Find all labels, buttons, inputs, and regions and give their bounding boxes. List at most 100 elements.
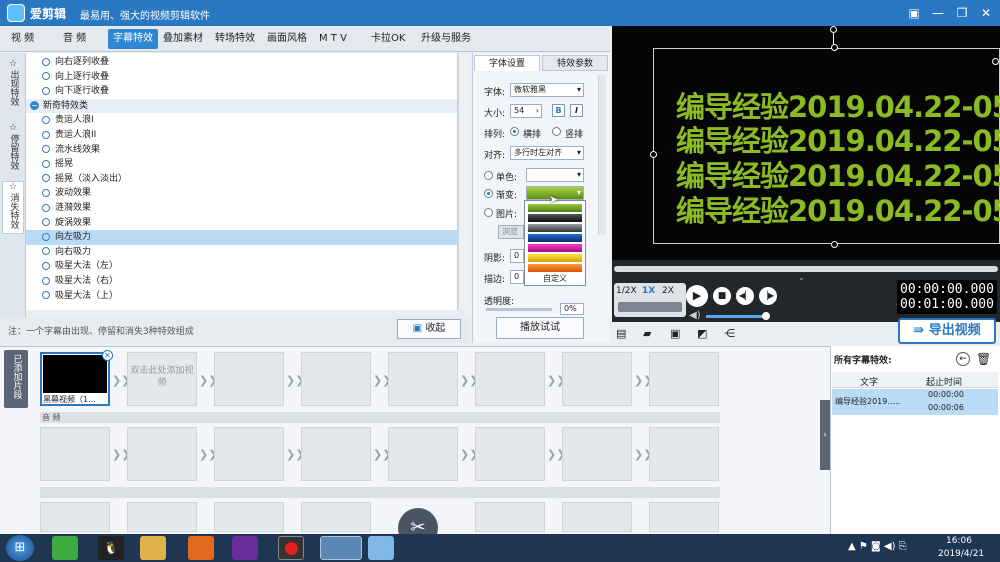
resize-handle-bottom[interactable] xyxy=(831,241,838,248)
list-item[interactable]: 向下逐行收叠 xyxy=(26,84,457,99)
list-item[interactable]: 摇晃（淡入淡出） xyxy=(26,172,457,187)
tab-audio[interactable]: 音 频 xyxy=(58,29,91,49)
folder-taskbar-icon[interactable] xyxy=(140,536,166,560)
empty-slot[interactable] xyxy=(301,352,371,406)
empty-slot[interactable] xyxy=(127,427,197,481)
empty-slot[interactable] xyxy=(214,352,284,406)
next-frame-button[interactable]: ▕▶ xyxy=(759,287,777,305)
firefox-taskbar-icon[interactable] xyxy=(188,536,214,560)
list-item[interactable]: 向右逐列收叠 xyxy=(26,55,457,70)
list-item[interactable]: 吸星大法（上） xyxy=(26,289,457,304)
add-video-slot[interactable]: 双击此处添加视频 xyxy=(127,352,197,406)
font-select[interactable]: 微软雅黑 ▾ xyxy=(510,83,584,97)
rotate-handle[interactable] xyxy=(830,26,837,33)
trash-icon[interactable]: 🗑 xyxy=(976,352,991,366)
transition-arrow-icon[interactable]: ❯❯ xyxy=(286,374,304,388)
list-item[interactable]: 波动效果 xyxy=(26,186,457,201)
close-button[interactable]: ✕ xyxy=(976,3,996,23)
empty-slot[interactable] xyxy=(214,427,284,481)
collapse-button[interactable]: ▣ 收起 xyxy=(397,319,461,339)
volume-icon[interactable]: ◀) xyxy=(689,310,701,321)
expand-panel-toggle[interactable]: › xyxy=(820,400,830,470)
list-item[interactable]: 流水线效果 xyxy=(26,143,457,158)
list-item-selected[interactable]: 向左吸力 xyxy=(26,230,457,245)
browser-taskbar-icon[interactable] xyxy=(52,536,78,560)
image-radio[interactable] xyxy=(484,208,493,217)
remove-clip-icon[interactable]: ✕ xyxy=(102,350,113,361)
play-button[interactable]: ▶ xyxy=(686,285,708,307)
size-input[interactable]: 54 › xyxy=(510,104,542,118)
aijianji-taskbar-icon[interactable] xyxy=(320,536,362,560)
transition-arrow-icon[interactable]: ❯❯ xyxy=(199,374,217,388)
list-item[interactable]: 贵运人浪I xyxy=(26,113,457,128)
empty-slot[interactable] xyxy=(475,427,545,481)
empty-slot[interactable] xyxy=(40,427,110,481)
transition-arrow-icon[interactable]: ❯❯ xyxy=(460,374,478,388)
media-taskbar-icon[interactable] xyxy=(232,536,258,560)
italic-button[interactable]: I xyxy=(570,104,583,117)
tab-subtitle-effects[interactable]: 字幕特效 xyxy=(108,29,158,49)
transition-arrow-icon[interactable]: ❯❯ xyxy=(199,448,217,462)
help-icon[interactable]: ◩ xyxy=(697,327,707,340)
list-category[interactable]: − 新奇特效类 xyxy=(26,98,457,114)
transition-arrow-icon[interactable]: ❯❯ xyxy=(373,374,391,388)
save-icon[interactable]: ▣ xyxy=(670,327,680,340)
list-item[interactable]: 旋涡效果 xyxy=(26,216,457,231)
empty-slot[interactable] xyxy=(214,502,284,532)
speed-1x[interactable]: 1X xyxy=(642,286,655,296)
empty-slot[interactable] xyxy=(562,427,632,481)
list-item[interactable]: 向上逐行收叠 xyxy=(26,70,457,85)
sidetab-disappear[interactable]: ☆ 消失特效 xyxy=(2,181,24,234)
tab-video[interactable]: 视 频 xyxy=(6,29,39,49)
empty-slot[interactable] xyxy=(475,502,545,532)
stroke-input[interactable]: 0 xyxy=(510,270,524,284)
empty-slot[interactable] xyxy=(40,502,110,532)
transition-arrow-icon[interactable]: ❯❯ xyxy=(286,448,304,462)
stop-button[interactable]: ■ xyxy=(713,287,731,305)
list-item[interactable]: 向右吸力 xyxy=(26,245,457,260)
empty-slot[interactable] xyxy=(649,502,719,532)
opacity-slider[interactable] xyxy=(486,308,552,311)
empty-slot[interactable] xyxy=(127,502,197,532)
gradient-option-pink[interactable] xyxy=(528,244,582,252)
transition-arrow-icon[interactable]: ❯❯ xyxy=(547,374,565,388)
prev-frame-button[interactable]: ◀▏ xyxy=(736,287,754,305)
transition-arrow-icon[interactable]: ❯❯ xyxy=(112,448,130,462)
transition-arrow-icon[interactable]: ❯❯ xyxy=(547,448,565,462)
resize-handle-left[interactable] xyxy=(650,151,657,158)
empty-slot[interactable] xyxy=(388,352,458,406)
empty-slot[interactable] xyxy=(562,352,632,406)
transition-arrow-icon[interactable]: ❯❯ xyxy=(112,374,130,388)
back-icon[interactable]: ← xyxy=(956,352,970,366)
settings-scrollbar[interactable] xyxy=(598,75,606,235)
export-video-button[interactable]: ⇛ 导出视频 xyxy=(898,318,996,344)
sidetab-stay[interactable]: ☆ 停留特效 xyxy=(2,123,24,174)
browse-button[interactable]: 浏览 xyxy=(498,225,524,239)
gradient-option-blue[interactable] xyxy=(528,234,582,242)
tab-karaoke[interactable]: 卡拉OK xyxy=(366,29,410,49)
gradient-option-yellow[interactable] xyxy=(528,254,582,262)
transition-arrow-icon[interactable]: ❯❯ xyxy=(373,448,391,462)
chevron-down-icon[interactable]: ⌄ xyxy=(798,273,805,282)
list-item[interactable]: 摇晃 xyxy=(26,157,457,172)
notes-taskbar-icon[interactable] xyxy=(368,536,394,560)
tab-effect-params[interactable]: 特效参数 xyxy=(542,55,608,71)
list-item[interactable]: 吸星大法（右） xyxy=(26,274,457,289)
arrange-vertical-radio[interactable] xyxy=(552,127,561,136)
transition-arrow-icon[interactable]: ❯❯ xyxy=(634,448,652,462)
align-select[interactable]: 多行时左对齐 ▾ xyxy=(510,146,584,160)
transition-arrow-icon[interactable]: ❯❯ xyxy=(460,448,478,462)
minimize-button[interactable]: — xyxy=(928,3,948,23)
solid-color-select[interactable]: ▾ xyxy=(526,168,584,182)
start-button[interactable]: ⊞ xyxy=(6,535,34,561)
tray-icons[interactable]: ▲ ⚑ ◙ ◀) ⎘ xyxy=(848,541,907,552)
tab-overlay[interactable]: 叠加素材 xyxy=(158,29,208,49)
solid-color-radio[interactable] xyxy=(484,171,493,180)
list-item[interactable]: 贵运人浪II xyxy=(26,128,457,143)
bold-button[interactable]: B xyxy=(552,104,565,117)
share-icon[interactable]: ⋲ xyxy=(724,327,735,340)
speed-half[interactable]: 1/2X xyxy=(616,286,637,296)
volume-knob[interactable] xyxy=(762,312,770,320)
list-item[interactable]: 涟漪效果 xyxy=(26,201,457,216)
tab-upgrade[interactable]: 升级与服务 xyxy=(416,29,476,49)
